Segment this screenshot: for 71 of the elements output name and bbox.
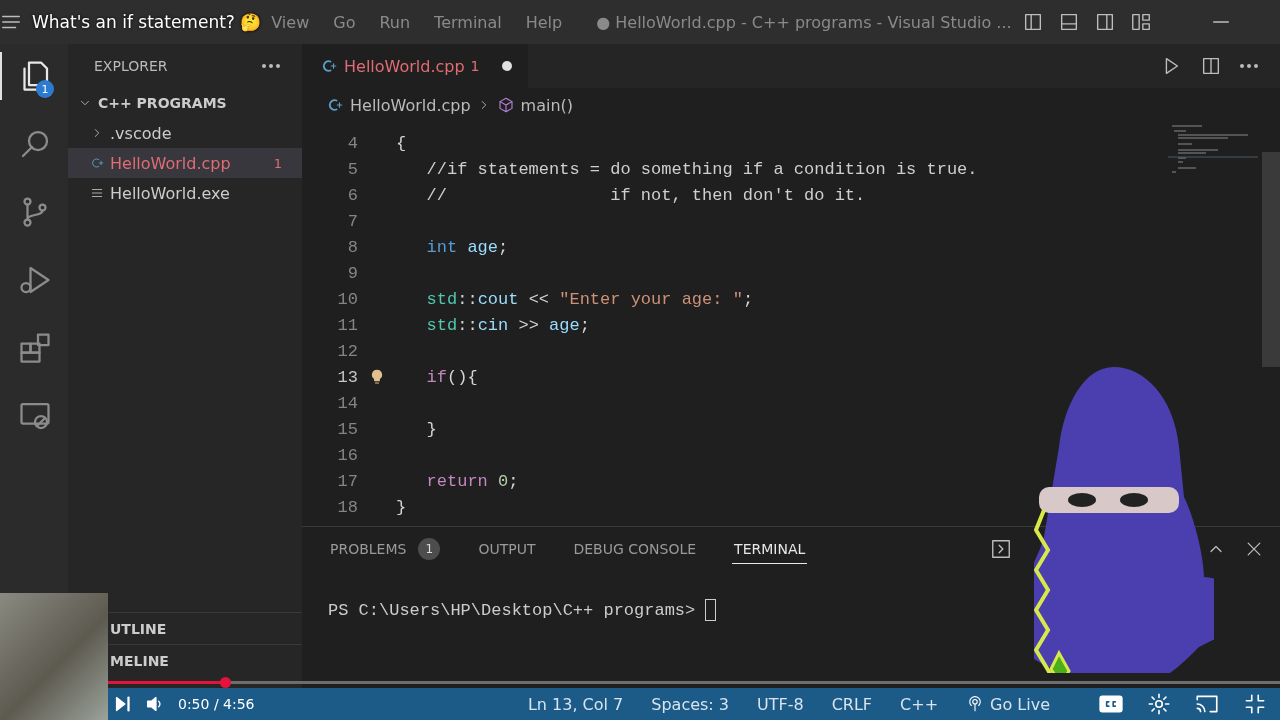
line-number: 12 — [336, 341, 358, 361]
more-actions-icon[interactable] — [1240, 64, 1258, 68]
code-line: if(){ — [425, 367, 478, 387]
cpp-file-icon — [320, 57, 338, 75]
panel-tab[interactable]: PROBLEMS 1 — [328, 534, 443, 564]
menu-item[interactable]: Run — [379, 12, 411, 32]
more-actions-icon[interactable] — [262, 64, 280, 68]
file-lines-icon — [90, 186, 104, 200]
menu-item[interactable]: Terminal — [434, 12, 502, 32]
extensions-icon — [17, 330, 53, 366]
code-line: std::cout << "Enter your age: "; — [425, 289, 754, 309]
editor-tab[interactable]: HelloWorld.cpp 1 — [302, 44, 528, 88]
status-item[interactable]: Ln 13, Col 7 — [527, 694, 624, 714]
line-number: 6 — [346, 185, 358, 205]
line-number: 9 — [346, 263, 358, 283]
panel-tab[interactable]: TERMINAL — [732, 534, 808, 564]
code-line: } — [425, 419, 437, 439]
split-editor-icon[interactable] — [1200, 55, 1222, 77]
count-badge: 1 — [418, 537, 441, 560]
cube-icon — [496, 96, 515, 114]
video-progress-bar[interactable] — [108, 677, 1280, 688]
breadcrumb[interactable]: main() — [520, 95, 574, 115]
breadcrumb[interactable]: HelloWorld.cpp — [350, 95, 471, 115]
line-number: 7 — [346, 211, 358, 231]
status-item[interactable]: UTF-8 — [757, 694, 804, 714]
status-item[interactable]: CRLF — [831, 694, 873, 714]
code-line: //if statements = do something if a condition is true. — [425, 159, 978, 179]
code-line: std::cin >> age; — [425, 315, 590, 335]
sidebar-title: EXPLORER — [94, 58, 168, 74]
line-number: 17 — [336, 471, 358, 491]
line-number: 16 — [336, 445, 358, 465]
line-number: 13 — [336, 367, 358, 387]
file-tree-item[interactable]: .vscode — [68, 118, 302, 148]
menu-item[interactable]: Go — [333, 12, 356, 32]
line-number: 15 — [336, 419, 358, 439]
line-number: 14 — [336, 393, 358, 413]
cpp-file-icon — [90, 156, 104, 170]
menu-item[interactable]: Help — [525, 12, 563, 32]
file-tree-item[interactable]: HelloWorld.cpp 1 — [68, 148, 302, 178]
video-time: 0:50 / 4:56 — [178, 696, 255, 712]
line-number: 5 — [346, 159, 358, 179]
line-number: 18 — [336, 497, 358, 517]
terminal-chevron-icon[interactable] — [990, 538, 1012, 560]
notification-badge: 1 — [36, 80, 54, 98]
video-title: What's an if statement? 🤔 — [32, 12, 262, 32]
scrollbar[interactable] — [1262, 152, 1280, 367]
status-item[interactable]: Go Live — [966, 694, 1050, 714]
window-title: ● HelloWorld.cpp - C++ programs - Visual Studio ... — [596, 12, 1012, 32]
cpp-file-icon — [326, 96, 344, 114]
status-item[interactable]: Spaces: 3 — [651, 694, 729, 714]
settings-icon[interactable] — [1146, 691, 1172, 717]
line-number: 10 — [336, 289, 358, 309]
line-number: 11 — [336, 315, 358, 335]
line-number: 8 — [346, 237, 358, 257]
terminal-cursor — [705, 599, 717, 621]
code-line: // if not, then don't do it. — [425, 185, 866, 205]
problem-count: 1 — [273, 155, 282, 171]
code-line: int age; — [425, 237, 509, 257]
menu-item[interactable]: View — [271, 12, 310, 32]
status-item[interactable]: C++ — [900, 694, 939, 714]
code-line: } — [396, 497, 407, 517]
folder-header[interactable]: C++ PROGRAMS — [68, 88, 302, 118]
terminal-prompt: PS C:\Users\HP\Desktop\C++ programs> — [328, 600, 696, 620]
panel-tab[interactable]: DEBUG CONSOLE — [571, 534, 699, 564]
panel-tab[interactable]: OUTPUT — [476, 534, 538, 564]
line-number: 4 — [346, 133, 358, 153]
code-line: return 0; — [425, 471, 519, 491]
progress-handle[interactable] — [220, 677, 232, 688]
file-tree-item[interactable]: HelloWorld.exe — [68, 178, 302, 208]
code-line: { — [396, 133, 407, 153]
layout-icon[interactable] — [1129, 11, 1152, 33]
